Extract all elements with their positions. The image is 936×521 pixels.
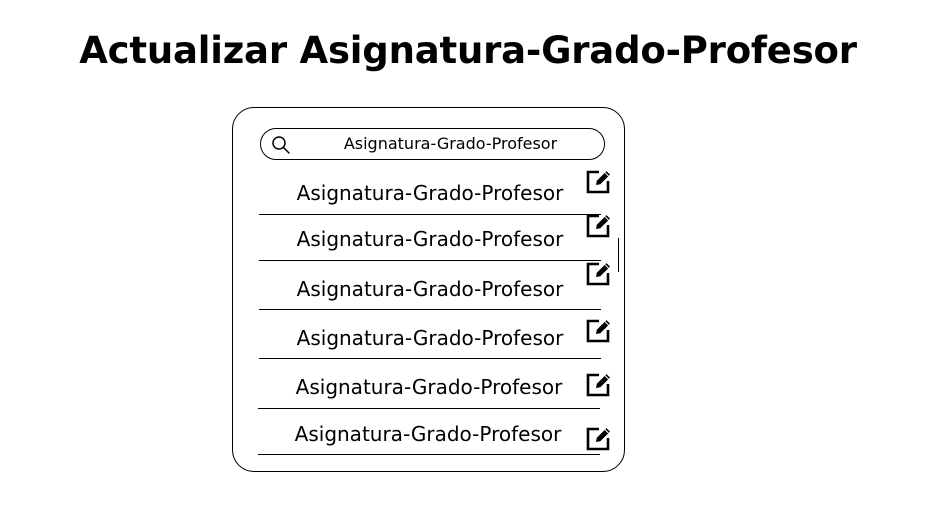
edit-icon[interactable] [585,317,613,345]
row-divider [259,358,601,359]
list-item-label: Asignatura-Grado-Profesor [295,375,563,399]
edit-icon[interactable] [585,168,613,196]
list-item-label: Asignatura-Grado-Profesor [296,181,564,205]
edit-icon[interactable] [585,212,613,240]
row-divider [259,309,601,310]
page-title: Actualizar Asignatura-Grado-Profesor [79,29,857,72]
row-divider [259,214,601,215]
search-icon [272,136,290,154]
search-value: Asignatura-Grado-Profesor [343,134,558,153]
edit-icon[interactable] [585,371,613,399]
list-item-label: Asignatura-Grado-Profesor [294,422,562,446]
edit-icon[interactable] [585,425,613,453]
row-divider [259,260,601,261]
scrollbar-thumb[interactable] [618,238,619,272]
list-item-label: Asignatura-Grado-Profesor [296,326,564,350]
edit-icon[interactable] [585,260,613,288]
row-divider [258,408,600,409]
row-divider [258,454,600,455]
list-item-label: Asignatura-Grado-Profesor [296,227,564,251]
list-item-label: Asignatura-Grado-Profesor [296,277,564,301]
search-input[interactable]: Asignatura-Grado-Profesor [260,128,605,160]
